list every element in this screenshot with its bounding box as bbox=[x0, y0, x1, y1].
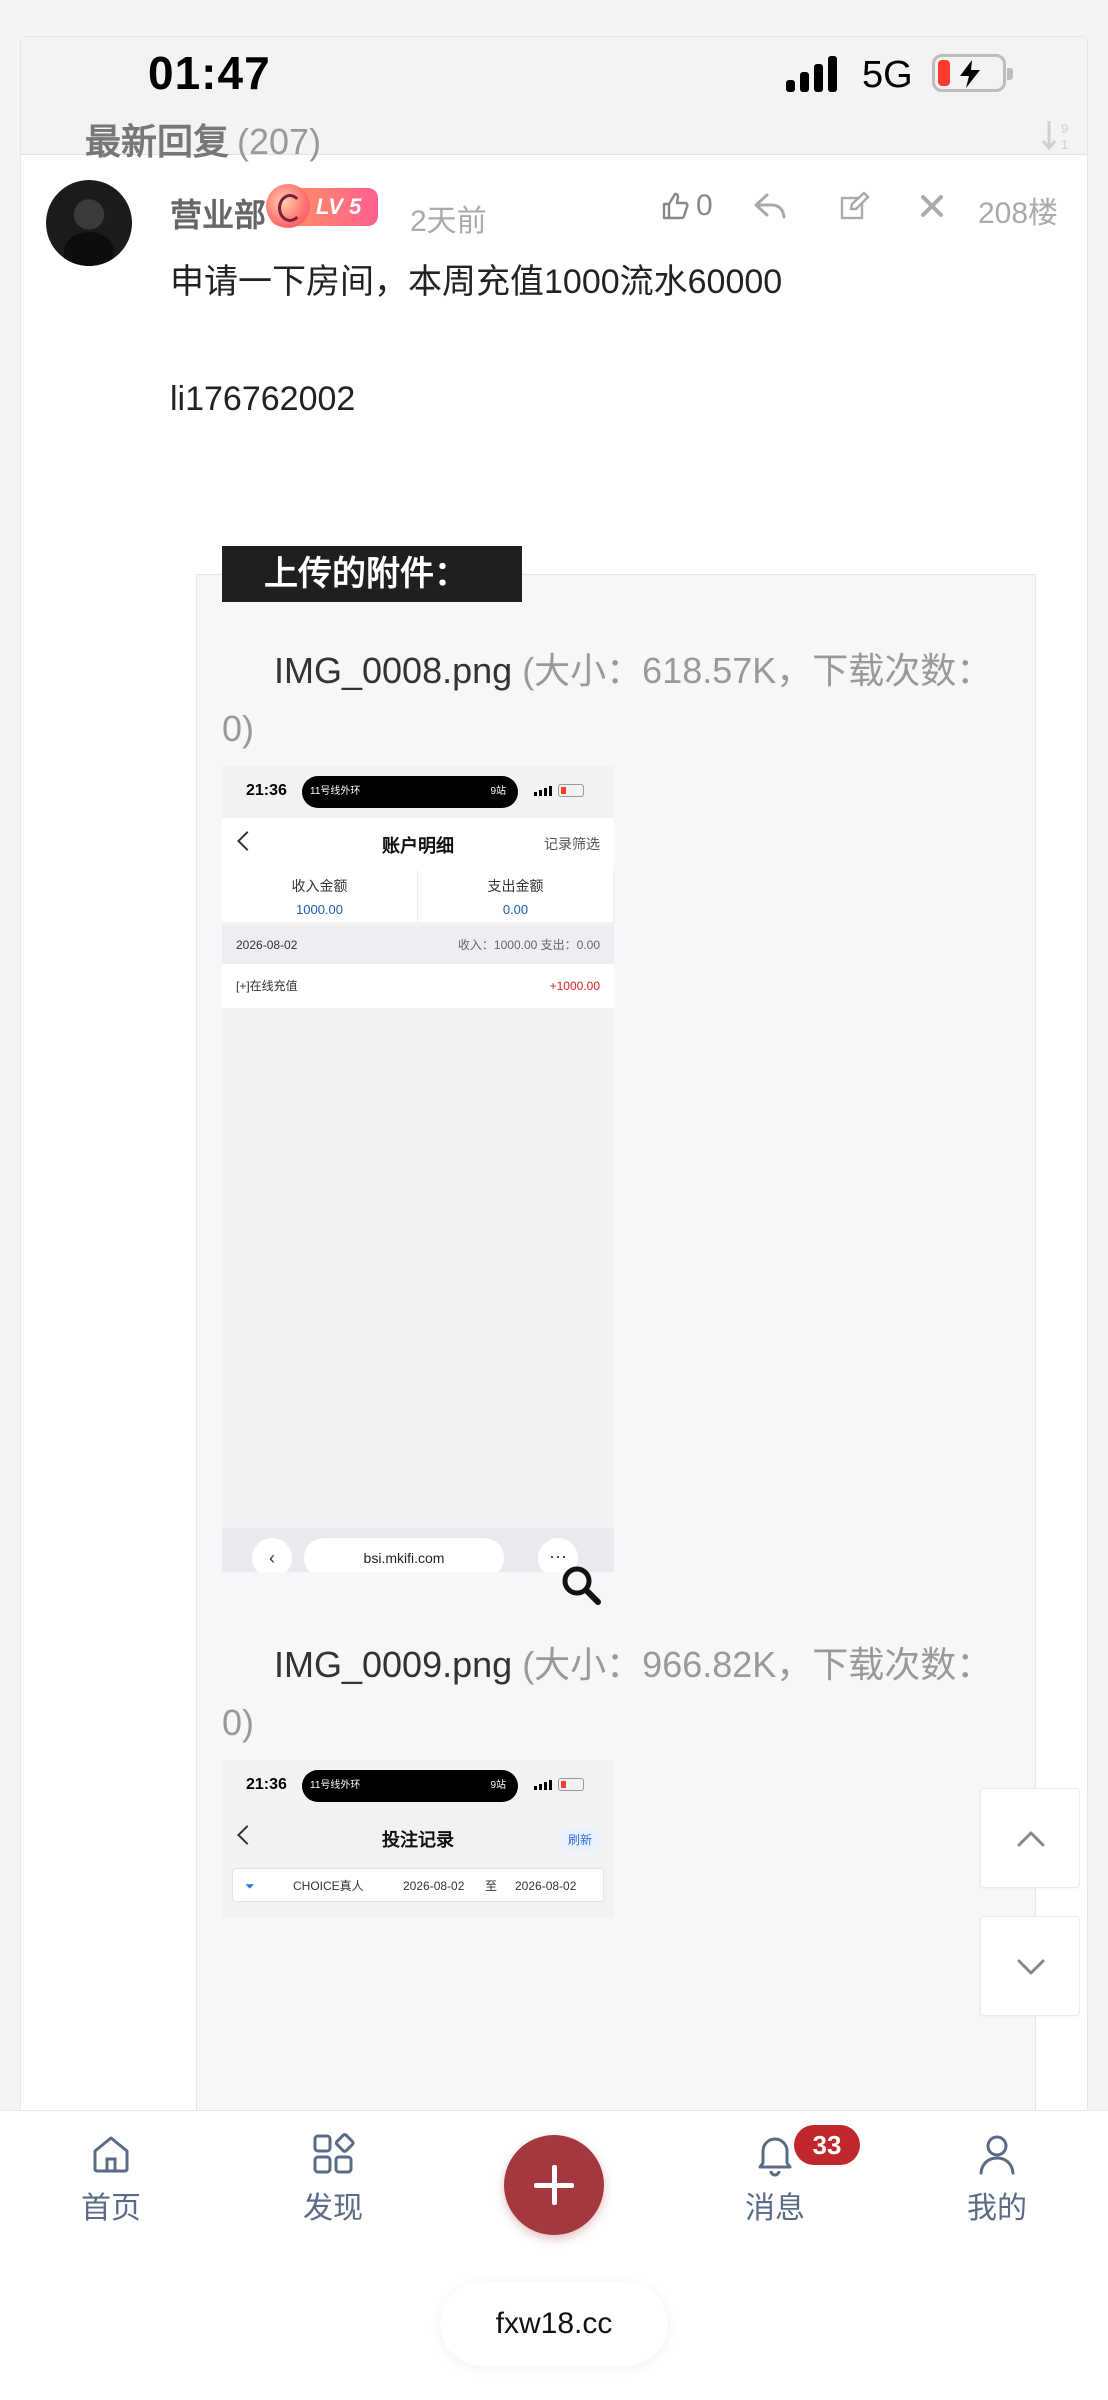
mini-battery-icon bbox=[558, 1778, 584, 1791]
island-left: 11号线外环 bbox=[310, 786, 361, 797]
chevron-down-icon bbox=[1017, 1959, 1045, 1975]
scroll-bottom-button[interactable] bbox=[980, 1916, 1080, 2016]
tab-discover[interactable]: 发现 bbox=[268, 2131, 398, 2227]
attachment-image[interactable]: 21:36 11号线外环 9站 投注记录 刷新 ⏷ CHOICE真人 2026-0… bbox=[222, 1760, 614, 1918]
mini-time: 21:36 bbox=[246, 1776, 287, 1793]
chevron-up-icon bbox=[1017, 1831, 1045, 1847]
dynamic-island: 11号线外环 9站 bbox=[302, 776, 518, 808]
section-title: 最新回复 (207) bbox=[85, 113, 321, 165]
island-right: 9站 bbox=[490, 786, 506, 797]
mini-signal-icon bbox=[534, 786, 552, 796]
charging-bolt-icon bbox=[960, 60, 980, 88]
level-badge: LV 5 bbox=[266, 184, 378, 228]
tab-mine[interactable]: 我的 bbox=[932, 2131, 1062, 2227]
mini-url: bsi.mkifi.com bbox=[304, 1538, 504, 1572]
thumbs-up-icon bbox=[662, 192, 689, 220]
delete-icon[interactable] bbox=[919, 193, 945, 219]
page: 最新回复 (207) 9 1 01:47 5G 营业部 LV 5 2天前 0 20… bbox=[0, 0, 1108, 2400]
mini-signal-icon bbox=[534, 1780, 552, 1790]
mini-status-bar: 21:36 11号线外环 9站 bbox=[222, 1760, 614, 1812]
avatar[interactable] bbox=[46, 180, 132, 266]
reply-icon[interactable] bbox=[753, 191, 787, 221]
messages-badge: 33 bbox=[794, 2125, 860, 2165]
level-text: LV 5 bbox=[316, 194, 362, 219]
mini-url-bar: ‹ bsi.mkifi.com ··· bbox=[222, 1528, 614, 1572]
mini-summary: 收入金额 1000.00 支出金额 0.00 bbox=[222, 870, 614, 922]
attachment-image[interactable]: 21:36 11号线外环 9站 账户明细 记录筛选 收入金额 1000.00 支出金… bbox=[222, 766, 614, 1572]
post-text-line: li176762002 bbox=[170, 380, 356, 418]
attachment-filename[interactable]: IMG_0008.png (大小：618.57K，下载次数：0) bbox=[222, 642, 1002, 758]
mini-to-word: 至 bbox=[485, 1879, 498, 1893]
post-time: 2天前 bbox=[410, 205, 487, 238]
mini-date-from: 2026-08-02 bbox=[403, 1879, 465, 1893]
expense-value: 0.00 bbox=[502, 902, 529, 917]
bell-icon bbox=[758, 2137, 792, 2177]
mini-title: 投注记录 bbox=[382, 1830, 454, 1850]
expense-label: 支出金额 bbox=[487, 878, 544, 894]
island-right: 9站 bbox=[490, 1780, 506, 1791]
mini-entry-row: [+]在线充值 +1000.00 bbox=[222, 964, 614, 1008]
mini-nav: 投注记录 刷新 bbox=[222, 1812, 614, 1864]
attachment-filename[interactable]: IMG_0009.png (大小：966.82K，下载次数：0) bbox=[222, 1636, 1002, 1752]
mini-battery-icon bbox=[558, 784, 584, 797]
scroll-top-button[interactable] bbox=[980, 1788, 1080, 1888]
mini-filter-bar: ⏷ CHOICE真人 2026-08-02 至 2026-08-02 bbox=[232, 1868, 604, 1902]
mini-back-icon: ‹ bbox=[252, 1538, 292, 1572]
signal-icon bbox=[786, 54, 837, 92]
tab-mine-label: 我的 bbox=[967, 2192, 1027, 2225]
battery-icon bbox=[932, 54, 1013, 92]
discover-grid-icon bbox=[313, 2133, 355, 2174]
post-actions: 0 bbox=[660, 184, 945, 228]
home-icon bbox=[93, 2136, 129, 2173]
income-label: 收入金额 bbox=[291, 878, 348, 894]
mini-game: CHOICE真人 bbox=[293, 1879, 364, 1893]
level-orb-icon bbox=[266, 184, 310, 228]
mini-nav: 账户明细 记录筛选 bbox=[222, 818, 614, 870]
status-time: 01:47 bbox=[148, 47, 271, 99]
mini-status-bar: 21:36 11号线外环 9站 bbox=[222, 766, 614, 818]
svg-text:1: 1 bbox=[1061, 137, 1068, 152]
expense-cell: 支出金额 0.00 bbox=[418, 870, 614, 922]
username[interactable]: 营业部 bbox=[170, 190, 266, 236]
sort-desc-icon[interactable]: 9 1 bbox=[1039, 115, 1079, 155]
mini-date-to: 2026-08-02 bbox=[515, 1879, 577, 1893]
mini-refresh: 刷新 bbox=[559, 1828, 600, 1851]
add-post-button[interactable] bbox=[504, 2135, 604, 2235]
network-type: 5G bbox=[862, 54, 913, 96]
tab-home[interactable]: 首页 bbox=[46, 2131, 176, 2227]
mini-filter: 记录筛选 bbox=[544, 836, 600, 852]
reply-count: (207) bbox=[237, 121, 322, 162]
mini-day-row: 2026-08-02 收入：1000.00 支出：0.00 bbox=[222, 926, 614, 964]
floor-number: 208楼 bbox=[978, 197, 1059, 230]
zoom-icon[interactable] bbox=[558, 1562, 604, 1608]
like-button[interactable]: 0 bbox=[660, 189, 713, 223]
like-count: 0 bbox=[696, 189, 713, 222]
tab-messages-label: 消息 bbox=[745, 2192, 805, 2225]
attachment-label: 上传的附件： bbox=[222, 546, 522, 602]
mini-day-summary: 收入：1000.00 支出：0.00 bbox=[457, 938, 600, 952]
mini-time: 21:36 bbox=[246, 782, 287, 799]
island-left: 11号线外环 bbox=[310, 1780, 361, 1791]
dynamic-island: 11号线外环 9站 bbox=[302, 1770, 518, 1802]
mini-entry-label: [+]在线充值 bbox=[236, 979, 298, 993]
user-icon bbox=[979, 2135, 1015, 2175]
tab-home-label: 首页 bbox=[81, 2192, 141, 2225]
filter-icon: ⏷ bbox=[245, 1879, 255, 1893]
edit-icon[interactable] bbox=[839, 191, 871, 221]
filename-text[interactable]: IMG_0009.png bbox=[274, 1644, 512, 1685]
mini-entry-amount: +1000.00 bbox=[549, 979, 600, 993]
income-cell: 收入金额 1000.00 bbox=[222, 870, 418, 922]
site-url[interactable]: fxw18.cc bbox=[440, 2282, 668, 2366]
income-value: 1000.00 bbox=[296, 902, 343, 917]
post-text-line: 申请一下房间，本周充值1000流水60000 bbox=[170, 263, 783, 301]
mini-date: 2026-08-02 bbox=[236, 938, 298, 952]
filename-text[interactable]: IMG_0008.png bbox=[274, 650, 512, 691]
section-title-text: 最新回复 bbox=[85, 121, 230, 162]
svg-text:9: 9 bbox=[1061, 121, 1068, 136]
tab-discover-label: 发现 bbox=[303, 2192, 363, 2225]
